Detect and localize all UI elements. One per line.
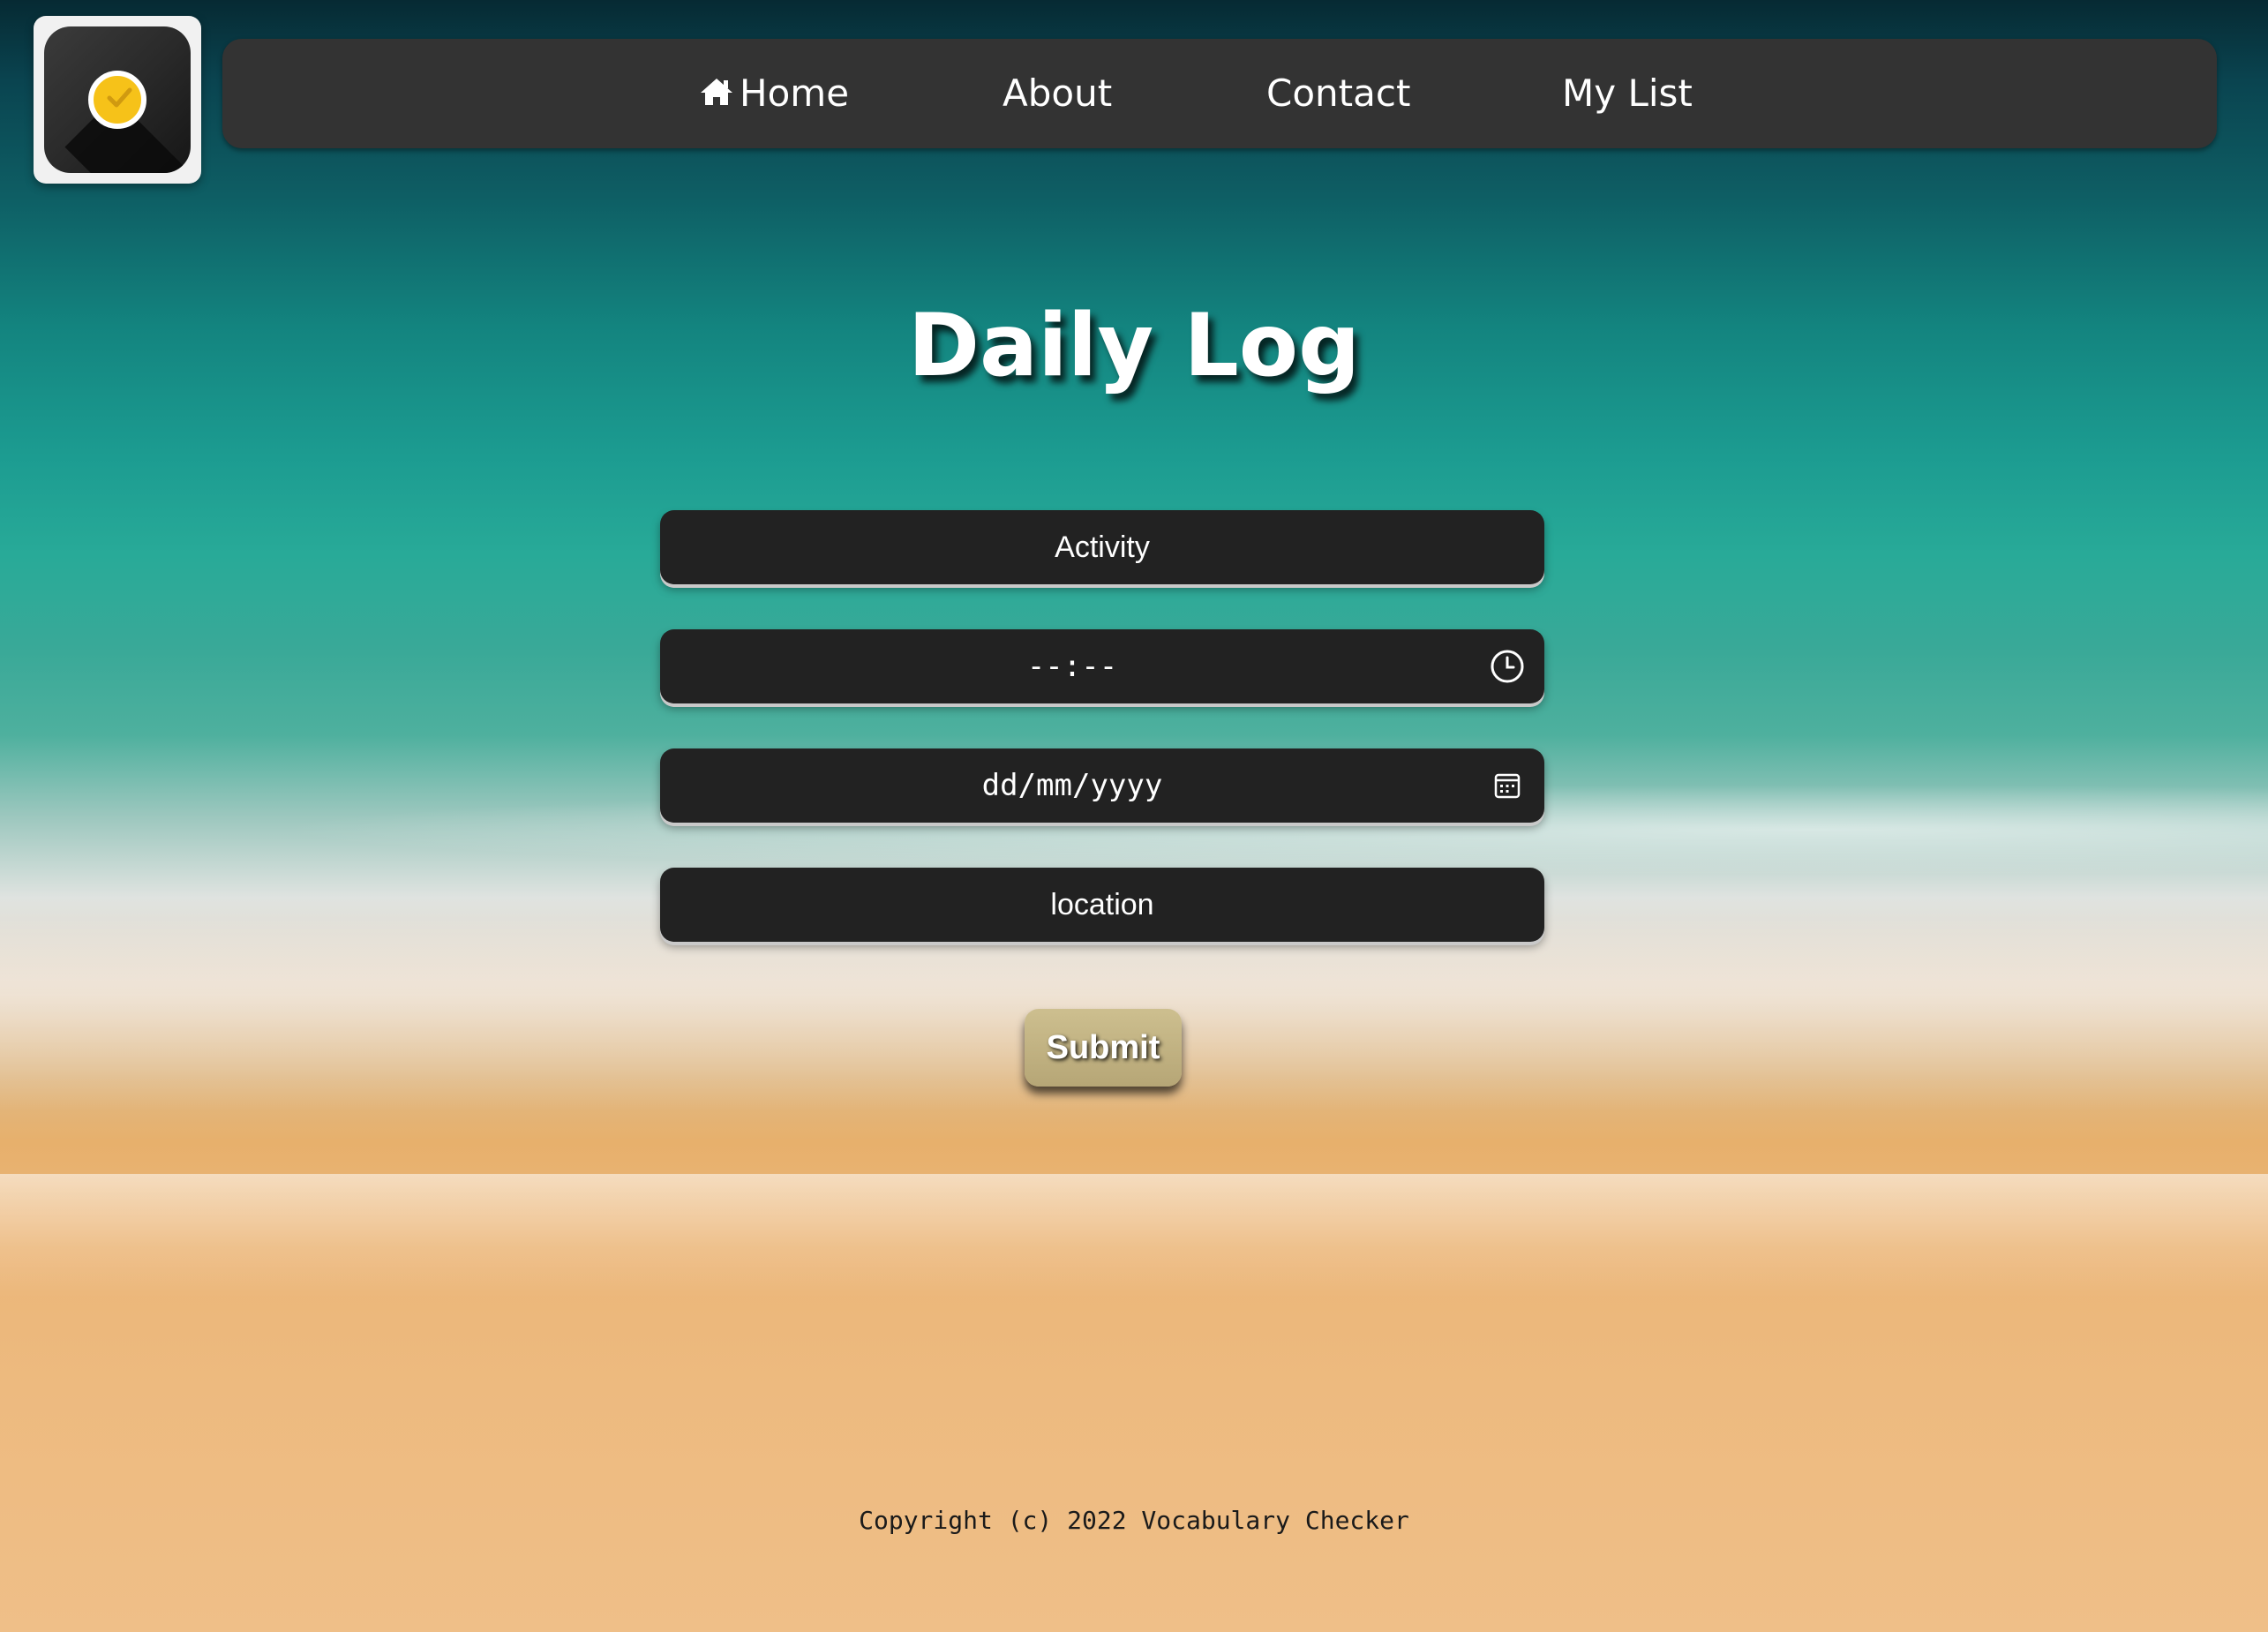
submit-button[interactable]: Submit xyxy=(1025,1009,1182,1087)
page-title: Daily Log xyxy=(907,296,1361,396)
logo-tile xyxy=(44,26,191,173)
nav-link-home[interactable]: Home xyxy=(699,39,849,148)
activity-input[interactable]: Activity xyxy=(660,510,1544,584)
nav-link-about[interactable]: About xyxy=(1003,39,1112,148)
location-placeholder: location xyxy=(1050,888,1154,921)
nav-link-my-list[interactable]: My List xyxy=(1562,39,1693,148)
activity-placeholder: Activity xyxy=(1055,530,1150,564)
checkmark-icon xyxy=(107,87,132,108)
date-value: dd/mm/yyyy xyxy=(981,768,1163,803)
time-input[interactable]: --:-- xyxy=(660,629,1544,703)
clock-icon[interactable] xyxy=(1488,647,1527,686)
checkmark-badge-icon xyxy=(88,71,146,129)
top-navigation: Home About Contact My List xyxy=(222,39,2217,148)
home-icon xyxy=(701,79,732,105)
nav-link-contact[interactable]: Contact xyxy=(1266,39,1410,148)
app-logo[interactable] xyxy=(34,16,201,184)
location-input[interactable]: location xyxy=(660,868,1544,942)
nav-link-label: Home xyxy=(740,71,850,115)
time-value: --:-- xyxy=(1026,649,1118,684)
date-input[interactable]: dd/mm/yyyy xyxy=(660,748,1544,823)
footer-copyright: Copyright (c) 2022 Vocabulary Checker xyxy=(859,1506,1409,1535)
calendar-icon[interactable] xyxy=(1488,766,1527,805)
background-foam xyxy=(0,1174,2268,1297)
